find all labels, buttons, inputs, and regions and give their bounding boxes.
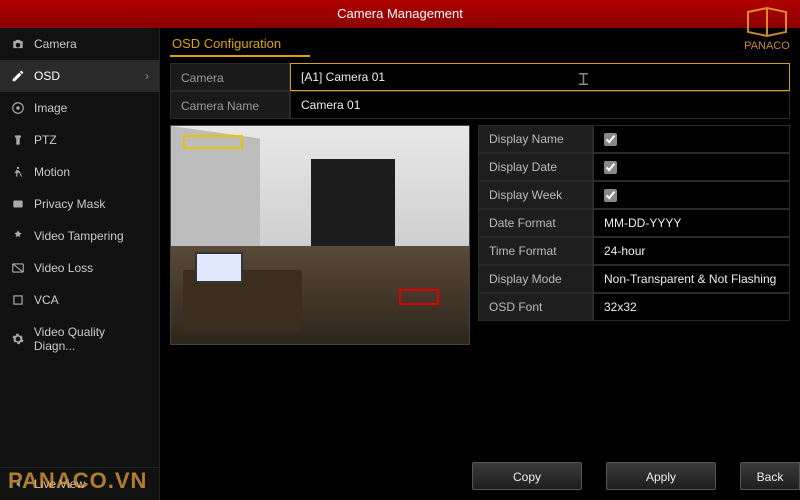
camera-preview[interactable] bbox=[170, 125, 470, 345]
osd-font-label: OSD Font bbox=[478, 293, 593, 321]
sidebar-item-label: VCA bbox=[34, 293, 59, 307]
display-mode-select[interactable]: Non-Transparent & Not Flashing bbox=[593, 265, 790, 293]
sidebar-item-vca[interactable]: VCA bbox=[0, 284, 159, 316]
sidebar-item-camera[interactable]: Camera bbox=[0, 28, 159, 60]
sidebar-item-privacy-mask[interactable]: Privacy Mask bbox=[0, 188, 159, 220]
sidebar-item-osd[interactable]: OSD › bbox=[0, 60, 159, 92]
titlebar: Camera Management bbox=[0, 0, 800, 28]
sidebar-item-video-quality[interactable]: Video Quality Diagn... bbox=[0, 316, 159, 362]
image-icon bbox=[10, 101, 26, 115]
sidebar-item-label: Motion bbox=[34, 165, 70, 179]
sidebar-item-label: Video Tampering bbox=[34, 229, 124, 243]
sidebar: Camera OSD › Image PTZ Motion bbox=[0, 28, 160, 500]
display-mode-label: Display Mode bbox=[478, 265, 593, 293]
edit-icon bbox=[10, 69, 26, 83]
camera-icon bbox=[10, 37, 26, 51]
display-name-checkbox[interactable] bbox=[604, 133, 617, 146]
sidebar-item-label: Image bbox=[34, 101, 67, 115]
date-format-label: Date Format bbox=[478, 209, 593, 237]
vca-icon bbox=[10, 293, 26, 307]
display-week-label: Display Week bbox=[478, 181, 593, 209]
display-name-label: Display Name bbox=[478, 125, 593, 153]
time-format-label: Time Format bbox=[478, 237, 593, 265]
mask-icon bbox=[10, 197, 26, 211]
date-format-select[interactable]: MM-DD-YYYY bbox=[593, 209, 790, 237]
back-arrow-icon bbox=[10, 477, 26, 491]
sidebar-item-label: Camera bbox=[34, 37, 77, 51]
sidebar-item-video-loss[interactable]: Video Loss bbox=[0, 252, 159, 284]
apply-button[interactable]: Apply bbox=[606, 462, 716, 490]
ptz-icon bbox=[10, 133, 26, 147]
sidebar-item-video-tampering[interactable]: Video Tampering bbox=[0, 220, 159, 252]
motion-icon bbox=[10, 165, 26, 179]
camera-name-value: Camera 01 bbox=[301, 98, 360, 112]
content-area: OSD Configuration Camera [A1] Camera 01 … bbox=[160, 28, 800, 500]
sidebar-item-label: OSD bbox=[34, 69, 60, 83]
section-title: OSD Configuration bbox=[170, 32, 310, 57]
camera-name-label: Camera Name bbox=[170, 91, 290, 119]
time-format-select[interactable]: 24-hour bbox=[593, 237, 790, 265]
sidebar-item-ptz[interactable]: PTZ bbox=[0, 124, 159, 156]
sidebar-item-label: Live View bbox=[34, 477, 85, 491]
title: Camera Management bbox=[337, 6, 463, 21]
sidebar-item-label: Privacy Mask bbox=[34, 197, 105, 211]
footer-buttons: Copy Apply Back bbox=[472, 462, 800, 490]
gear-icon bbox=[10, 332, 26, 346]
sidebar-item-motion[interactable]: Motion bbox=[0, 156, 159, 188]
camera-select-value: [A1] Camera 01 bbox=[301, 70, 385, 84]
text-cursor-icon: Ꮖ bbox=[578, 68, 589, 94]
osd-overlay-marker[interactable] bbox=[183, 135, 243, 149]
sidebar-item-label: PTZ bbox=[34, 133, 57, 147]
camera-select[interactable]: [A1] Camera 01 Ꮖ bbox=[290, 63, 790, 91]
video-loss-icon bbox=[10, 261, 26, 275]
display-date-label: Display Date bbox=[478, 153, 593, 181]
camera-select-label: Camera bbox=[170, 63, 290, 91]
osd-overlay-marker[interactable] bbox=[399, 289, 439, 305]
back-button[interactable]: Back bbox=[740, 462, 800, 490]
tampering-icon bbox=[10, 229, 26, 243]
osd-settings-table: Display Name Display Date Display Week D… bbox=[478, 125, 790, 345]
display-week-checkbox[interactable] bbox=[604, 189, 617, 202]
sidebar-item-image[interactable]: Image bbox=[0, 92, 159, 124]
sidebar-item-label: Video Loss bbox=[34, 261, 93, 275]
sidebar-item-label: Video Quality Diagn... bbox=[34, 325, 149, 353]
osd-font-select[interactable]: 32x32 bbox=[593, 293, 790, 321]
sidebar-item-live-view[interactable]: Live View bbox=[0, 467, 159, 500]
display-date-checkbox[interactable] bbox=[604, 161, 617, 174]
chevron-right-icon: › bbox=[145, 69, 149, 83]
copy-button[interactable]: Copy bbox=[472, 462, 582, 490]
camera-name-input[interactable]: Camera 01 bbox=[290, 91, 790, 119]
